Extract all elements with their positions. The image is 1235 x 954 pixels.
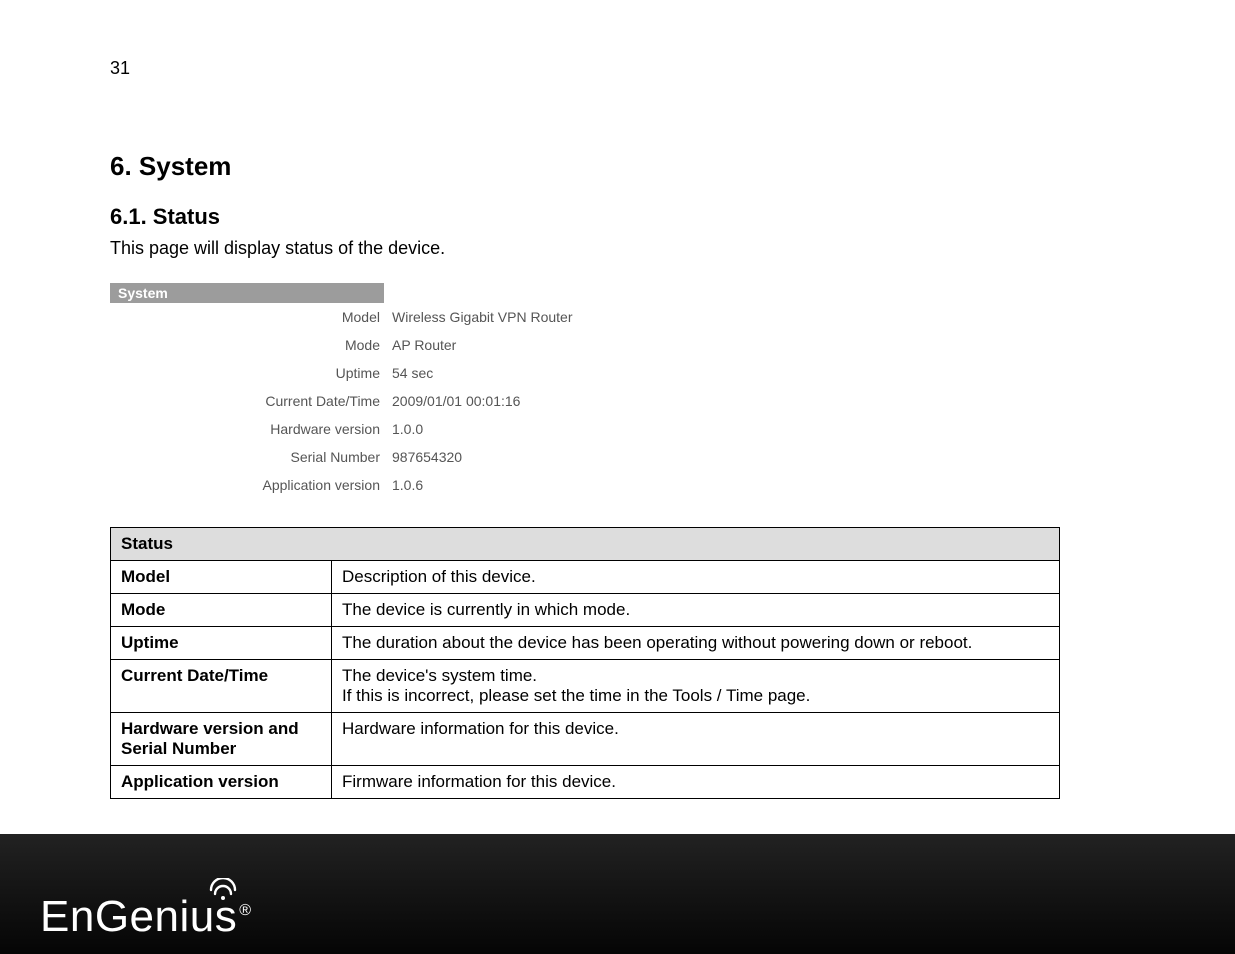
table-term: Model [111, 561, 332, 594]
footer-bar: EnGenius® [0, 834, 1235, 954]
table-term: Current Date/Time [111, 660, 332, 713]
table-desc: The device is currently in which mode. [332, 594, 1060, 627]
system-row-value: Wireless Gigabit VPN Router [392, 309, 573, 325]
system-row-label: Model [110, 309, 392, 325]
table-row: Mode The device is currently in which mo… [111, 594, 1060, 627]
system-row-value: 987654320 [392, 449, 462, 465]
table-desc: Hardware information for this device. [332, 713, 1060, 766]
document-page: 31 6. System 6.1. Status This page will … [0, 0, 1235, 954]
system-row-value: 2009/01/01 00:01:16 [392, 393, 520, 409]
section-heading: 6. System [110, 151, 1060, 182]
system-row-label: Application version [110, 477, 392, 493]
table-desc: The device's system time.If this is inco… [332, 660, 1060, 713]
page-number: 31 [110, 58, 1060, 79]
system-row-value: 1.0.0 [392, 421, 423, 437]
table-desc: Firmware information for this device. [332, 766, 1060, 799]
system-row-label: Uptime [110, 365, 392, 381]
table-row: Hardware version and Serial Number Hardw… [111, 713, 1060, 766]
system-row: Model Wireless Gigabit VPN Router [110, 303, 670, 331]
system-row: Uptime 54 sec [110, 359, 670, 387]
system-row-label: Serial Number [110, 449, 392, 465]
table-desc: The duration about the device has been o… [332, 627, 1060, 660]
system-row-value: 54 sec [392, 365, 433, 381]
registered-mark: ® [239, 902, 251, 919]
system-row: Hardware version 1.0.0 [110, 415, 670, 443]
system-row-label: Current Date/Time [110, 393, 392, 409]
page-content: 31 6. System 6.1. Status This page will … [110, 58, 1060, 799]
table-header: Status [111, 528, 1060, 561]
brand-name: EnGenius® [40, 892, 252, 942]
wifi-icon [208, 878, 238, 900]
table-desc: Description of this device. [332, 561, 1060, 594]
system-row: Serial Number 987654320 [110, 443, 670, 471]
system-row: Application version 1.0.6 [110, 471, 670, 499]
system-row-value: 1.0.6 [392, 477, 423, 493]
table-term: Uptime [111, 627, 332, 660]
system-status-block: System Model Wireless Gigabit VPN Router… [110, 283, 670, 499]
table-row: Current Date/Time The device's system ti… [111, 660, 1060, 713]
subsection-heading: 6.1. Status [110, 204, 1060, 230]
table-term: Mode [111, 594, 332, 627]
table-term: Hardware version and Serial Number [111, 713, 332, 766]
intro-text: This page will display status of the dev… [110, 238, 1060, 259]
brand-logo: EnGenius® [40, 892, 252, 942]
table-term: Application version [111, 766, 332, 799]
system-row-value: AP Router [392, 337, 456, 353]
system-block-header: System [110, 283, 384, 303]
table-row: Application version Firmware information… [111, 766, 1060, 799]
table-row: Uptime The duration about the device has… [111, 627, 1060, 660]
system-rows: Model Wireless Gigabit VPN Router Mode A… [110, 303, 670, 499]
table-row: Model Description of this device. [111, 561, 1060, 594]
system-row-label: Mode [110, 337, 392, 353]
system-row: Current Date/Time 2009/01/01 00:01:16 [110, 387, 670, 415]
system-row-label: Hardware version [110, 421, 392, 437]
status-description-table: Status Model Description of this device.… [110, 527, 1060, 799]
system-row: Mode AP Router [110, 331, 670, 359]
